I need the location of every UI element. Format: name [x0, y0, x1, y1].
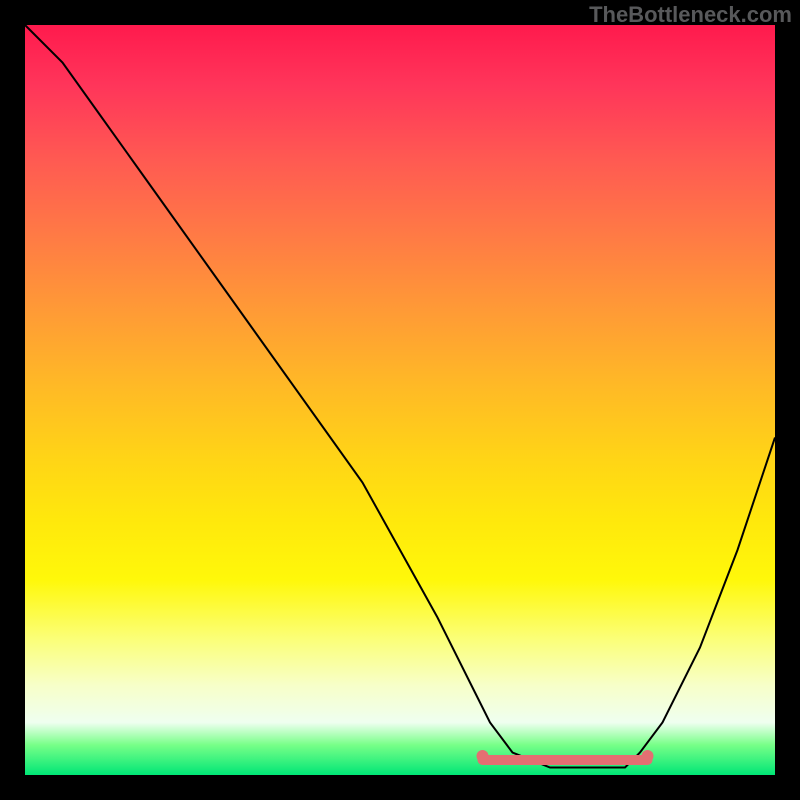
- bottleneck-curve: [25, 25, 775, 768]
- watermark-text: TheBottleneck.com: [589, 2, 792, 28]
- optimal-band-end-dot: [642, 750, 654, 762]
- optimal-band-start-dot: [477, 750, 489, 762]
- chart-frame: TheBottleneck.com: [0, 0, 800, 800]
- curve-layer: [25, 25, 775, 775]
